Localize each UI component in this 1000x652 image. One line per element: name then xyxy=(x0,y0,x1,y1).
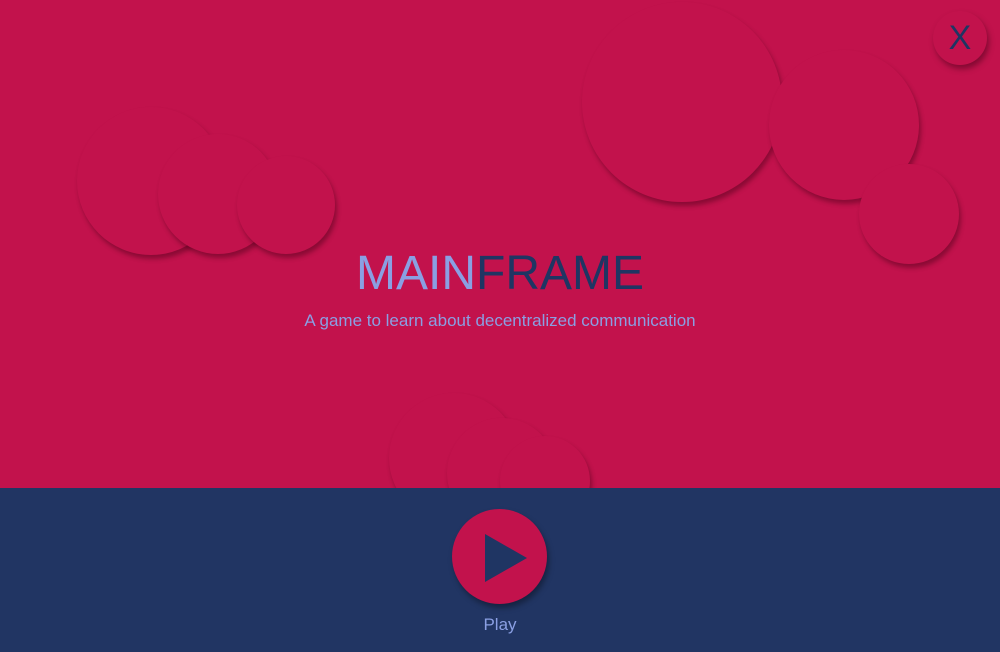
play-label[interactable]: Play xyxy=(0,615,1000,635)
decorative-bubble xyxy=(582,2,782,202)
close-button[interactable]: X xyxy=(933,11,987,65)
game-subtitle: A game to learn about decentralized comm… xyxy=(304,311,696,330)
bottom-bar: Play xyxy=(0,488,1000,652)
game-title-part2: FRAME xyxy=(476,247,644,300)
play-button[interactable] xyxy=(452,509,547,604)
play-triangle-icon xyxy=(485,534,527,582)
game-title: MAINFRAME xyxy=(0,246,1000,302)
decorative-bubble xyxy=(237,156,335,254)
title-screen-background: X MAINFRAME A game to learn about decent… xyxy=(0,0,1000,488)
game-title-part1: MAIN xyxy=(356,247,476,300)
close-button-label: X xyxy=(948,18,972,57)
